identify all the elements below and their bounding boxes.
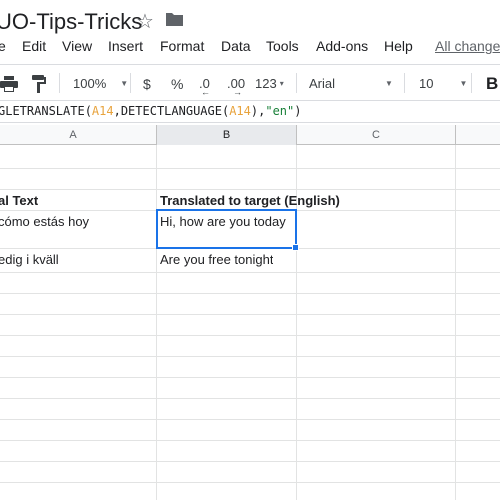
row-gridline [0,398,500,399]
column-header-a[interactable]: A [0,125,157,145]
chevron-down-icon: ▼ [385,79,393,88]
row-gridline [0,293,500,294]
zoom-value: 100% [73,76,107,91]
menu-add-ons[interactable]: Add-ons [316,38,368,54]
folder-icon[interactable] [165,12,184,27]
star-icon[interactable]: ☆ [136,9,154,34]
column-header-b[interactable]: B [157,125,297,145]
row-gridline [0,461,500,462]
currency-format-button[interactable]: $ [143,65,151,102]
more-formats-label: 123 [255,76,277,91]
menu-file[interactable]: e [0,38,6,54]
chevron-down-icon: ▾ [279,79,284,88]
row-gridline [0,272,500,273]
menu-tools[interactable]: Tools [266,38,299,54]
row-gridline [0,356,500,357]
menu-view[interactable]: View [62,38,92,54]
menu-help[interactable]: Help [384,38,413,54]
formula-cell-reference: A14 [91,104,114,118]
font-select[interactable]: Arial ▼ [309,65,393,102]
toolbar-divider [296,73,297,93]
formula-close: ) [294,104,302,118]
cell-a-header[interactable]: al Text [0,193,38,208]
formula-function: GLETRANSLATE( [0,104,92,118]
arrow-right-icon: → [233,87,242,97]
cell-a-source-2[interactable]: edig i kväll [0,252,59,267]
all-changes-link[interactable]: All change [435,38,500,54]
bold-button[interactable]: B [486,65,498,102]
document-title[interactable]: UO-Tips-Tricks [0,9,142,35]
chevron-down-icon: ▼ [120,79,129,88]
row-gridline [0,189,500,190]
toolbar-divider [130,73,131,93]
arrow-left-icon: ← [201,87,210,97]
menu-bar: e Edit View Insert Format Data Tools Add… [0,36,500,60]
more-formats-select[interactable]: 123 ▾ [255,65,284,102]
column-header-row: A B C [0,125,500,145]
column-header-c[interactable]: C [297,125,456,145]
formula-cell-reference: A14 [229,104,251,118]
toolbar-divider [59,73,60,93]
column-gridline [455,145,456,500]
zoom-select[interactable]: 100% ▼ [73,65,128,102]
toolbar-divider [471,73,472,93]
cell-b-header[interactable]: Translated to target (English) [160,193,340,208]
formula-function: ,DETECTLANGUAGE( [113,104,230,118]
column-header-d[interactable] [456,125,500,145]
increase-decimal-button[interactable]: .00 → [227,65,245,102]
active-cell-selection [156,209,297,249]
row-gridline [0,168,500,169]
row-gridline [0,314,500,315]
font-value: Arial [309,76,336,91]
spreadsheet-grid[interactable]: A B C al Text Translated to target (Engl… [0,125,500,500]
formula-bar[interactable]: GLETRANSLATE(A14,DETECTLANGUAGE(A14),"en… [0,101,500,123]
row-gridline [0,335,500,336]
formula-input[interactable]: GLETRANSLATE(A14,DETECTLANGUAGE(A14),"en… [0,104,301,118]
toolbar-divider [404,73,405,93]
decrease-decimal-button[interactable]: .0 ← [199,65,210,102]
row-gridline [0,440,500,441]
menu-data[interactable]: Data [221,38,251,54]
title-bar: UO-Tips-Tricks ☆ [0,0,500,40]
cell-b-translation-2[interactable]: Are you free tonight [160,252,273,267]
menu-edit[interactable]: Edit [22,38,46,54]
column-gridline [156,145,157,500]
font-size-value: 10 [419,76,434,91]
row-gridline [0,377,500,378]
formula-string-literal: "en" [265,104,295,118]
toolbar: 100% ▼ $ % .0 ← .00 → 123 ▾ Arial ▼ 10 ▼… [0,64,500,101]
cell-a-source-1[interactable]: cómo estás hoy [0,214,89,229]
percent-format-button[interactable]: % [171,65,183,102]
print-icon[interactable] [0,65,18,102]
menu-format[interactable]: Format [160,38,204,54]
chevron-down-icon: ▼ [459,79,468,88]
paint-format-icon[interactable] [32,65,46,102]
fill-handle[interactable] [292,244,299,251]
menu-insert[interactable]: Insert [108,38,143,54]
formula-separator: ), [250,104,266,118]
row-gridline [0,419,500,420]
font-size-select[interactable]: 10 ▼ [419,65,467,102]
row-gridline [0,482,500,483]
